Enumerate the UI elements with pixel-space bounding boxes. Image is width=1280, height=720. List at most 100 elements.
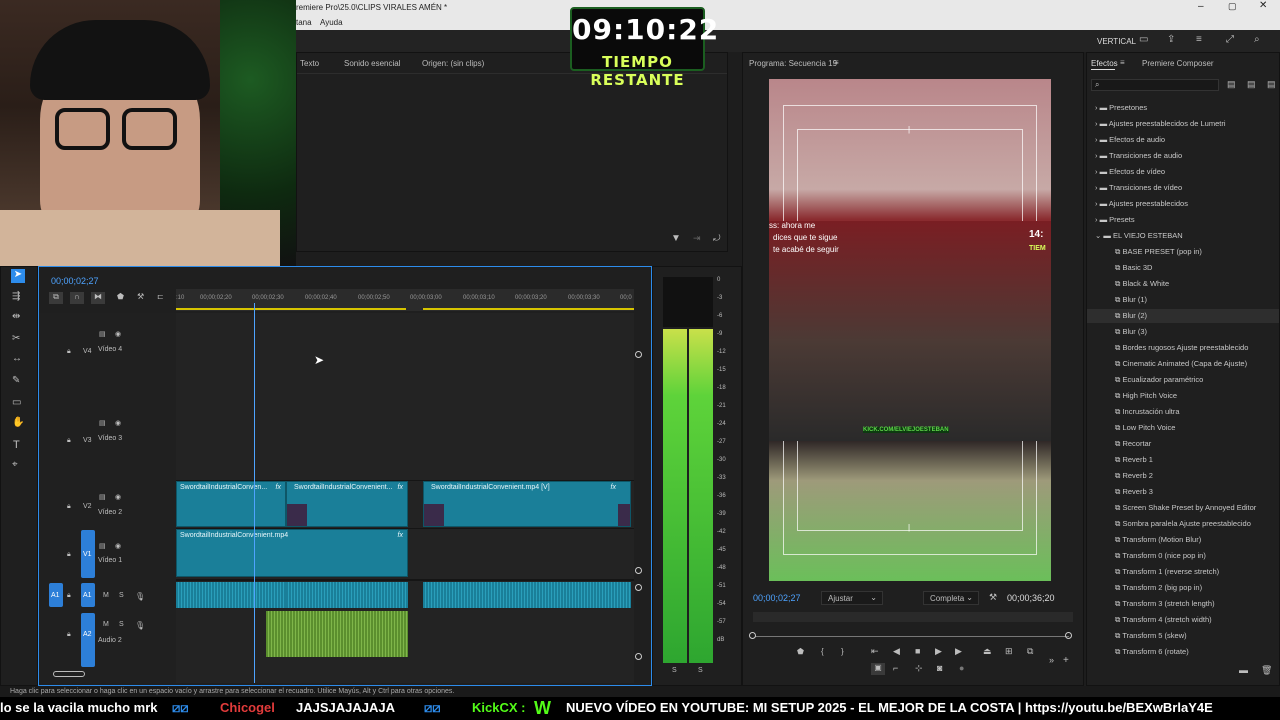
effect-item[interactable]: ⧉ Transform 0 (nice pop in): [1115, 551, 1206, 561]
audio-clip-a1[interactable]: [176, 582, 286, 608]
rectangle-icon[interactable]: ▭: [12, 397, 21, 408]
folder-item[interactable]: › ▬ Efectos de audio: [1095, 135, 1165, 144]
effect-item[interactable]: ⧉ Black & White: [1115, 279, 1169, 289]
work-area-bar[interactable]: [423, 308, 634, 310]
clip-v2-c[interactable]: SwordtailIndustrialConvenient.mp4 [V] fx: [423, 481, 631, 527]
eye-icon[interactable]: ◉: [115, 330, 121, 338]
safe-margins-icon[interactable]: ▣: [871, 663, 885, 675]
panel-menu-icon[interactable]: ≡: [1120, 58, 1125, 67]
play-icon[interactable]: ▶: [935, 646, 942, 657]
mark-out-icon[interactable]: }: [841, 647, 844, 656]
yuv-icon[interactable]: ▤: [1267, 79, 1276, 90]
folder-item[interactable]: › ▬ Presetones: [1095, 103, 1147, 112]
program-timecode[interactable]: 00;00;02;27: [753, 593, 801, 603]
track-id-v2[interactable]: V2: [83, 503, 92, 510]
effect-item[interactable]: ⧉ Transform 1 (reverse stretch): [1115, 567, 1219, 577]
type-tool-icon[interactable]: T: [13, 439, 20, 451]
maximize-icon[interactable]: ▢: [1228, 1, 1237, 12]
pen-icon[interactable]: ✎: [12, 375, 20, 386]
eye-icon[interactable]: ◉: [115, 419, 121, 427]
solo-left[interactable]: S: [672, 667, 677, 674]
timeline-timecode[interactable]: 00;00;02;27: [51, 276, 99, 286]
solo-icon[interactable]: S: [119, 592, 124, 599]
effect-item[interactable]: ⧉ Transform 3 (stretch length): [1115, 599, 1215, 609]
caption-icon[interactable]: ⌖: [12, 459, 18, 470]
selection-tool-icon[interactable]: ➤: [11, 269, 25, 283]
snap-icon[interactable]: ∩: [70, 292, 84, 304]
solo-right[interactable]: S: [698, 667, 703, 674]
workspace-label[interactable]: VERTICAL: [1097, 37, 1136, 46]
scroll-handle[interactable]: [635, 653, 642, 660]
tab-premiere-composer[interactable]: Premiere Composer: [1142, 59, 1214, 68]
effect-item-selected[interactable]: ⧉ Blur (2): [1115, 311, 1147, 321]
trash-icon[interactable]: 🗑︎: [1261, 665, 1272, 676]
minimize-icon[interactable]: –: [1198, 1, 1204, 12]
panel-menu-icon[interactable]: ≡: [834, 58, 839, 67]
lock-icon[interactable]: 🔒︎: [67, 631, 71, 639]
insert-icon[interactable]: ⇥: [693, 233, 701, 244]
fullscreen-icon[interactable]: ⤢: [1226, 34, 1234, 45]
wrench-icon[interactable]: ⚒: [137, 292, 144, 301]
scrub-bar[interactable]: [755, 636, 1069, 637]
wrench-icon[interactable]: ⚒: [989, 592, 997, 603]
menu-item-ventana[interactable]: tana: [296, 18, 312, 27]
solo-icon[interactable]: S: [119, 621, 124, 628]
program-video-frame[interactable]: ss: ahora me dices que te sigue te acabé…: [769, 79, 1051, 581]
eye-icon[interactable]: ◉: [115, 542, 121, 550]
mini-timeline[interactable]: [753, 612, 1073, 622]
film-icon[interactable]: ▤: [99, 419, 106, 427]
marker-icon[interactable]: ⬟: [117, 292, 124, 301]
extract-icon[interactable]: ⊞: [1005, 646, 1013, 657]
marker-icon[interactable]: ⬟: [797, 647, 804, 656]
overwrite-icon[interactable]: ⤾: [713, 233, 721, 244]
lock-icon[interactable]: 🔒︎: [67, 503, 71, 511]
effect-item[interactable]: ⧉ Ecualizador paramétrico: [1115, 375, 1203, 385]
ripple-edit-icon[interactable]: ⇹: [12, 311, 20, 322]
effect-item[interactable]: ⧉ Transform (Motion Blur): [1115, 535, 1201, 545]
folder-item[interactable]: › ▬ Transiciones de audio: [1095, 151, 1182, 160]
close-icon[interactable]: ✕: [1259, 0, 1267, 11]
effect-item[interactable]: ⧉ Low Pitch Voice: [1115, 423, 1175, 433]
effect-item[interactable]: ⧉ Transform 2 (big pop in): [1115, 583, 1202, 593]
export-frame-icon[interactable]: ⧉: [1027, 646, 1033, 657]
tab-sonido-esencial[interactable]: Sonido esencial: [344, 59, 400, 68]
lift-icon[interactable]: ⏏: [983, 646, 992, 657]
slip-icon[interactable]: ↔: [12, 353, 22, 364]
effect-item[interactable]: ⧉ Incrustación ultra: [1115, 407, 1180, 417]
effect-item[interactable]: ⧉ Cinematic Animated (Capa de Ajuste): [1115, 359, 1247, 369]
folder-item[interactable]: › ▬ Presets: [1095, 215, 1135, 224]
film-icon[interactable]: ▤: [99, 542, 106, 550]
share-icon[interactable]: ⇪: [1167, 34, 1175, 45]
captions-icon[interactable]: ⊏: [157, 292, 164, 301]
film-icon[interactable]: ▤: [99, 330, 106, 338]
playhead[interactable]: [254, 303, 255, 683]
razor-icon[interactable]: ✂: [12, 333, 20, 344]
track-name-a2[interactable]: Audio 2: [98, 637, 122, 644]
eye-icon[interactable]: ◉: [115, 493, 121, 501]
clip-v1[interactable]: SwordtailIndustrialConvenient.mp4 fx: [176, 529, 408, 577]
tab-texto[interactable]: Texto: [300, 59, 319, 68]
scroll-handle[interactable]: [635, 351, 642, 358]
effect-item[interactable]: ⧉ Basic 3D: [1115, 263, 1152, 273]
accelerated-icon[interactable]: ▤: [1227, 79, 1236, 90]
horizontal-zoom-bar[interactable]: [53, 671, 85, 677]
clip-v2-a[interactable]: SwordtailIndustrialConven... fx: [176, 481, 286, 527]
effect-item[interactable]: ⧉ Reverb 3: [1115, 487, 1153, 497]
panel-icon[interactable]: ▭: [1139, 34, 1148, 45]
scroll-handle[interactable]: [635, 584, 642, 591]
scrub-end-handle[interactable]: [1065, 632, 1072, 639]
track-name-v2[interactable]: Vídeo 2: [98, 509, 122, 516]
mark-in-icon[interactable]: {: [821, 647, 824, 656]
quality-dropdown[interactable]: Completa ⌄: [923, 591, 979, 605]
camera-icon[interactable]: ◙: [937, 663, 942, 673]
track-area[interactable]: SwordtailIndustrialConven... fx Swordtai…: [176, 303, 634, 683]
lock-icon[interactable]: 🔒︎: [67, 437, 71, 445]
filter-icon[interactable]: ▼: [671, 233, 681, 244]
track-id-v4[interactable]: V4: [83, 348, 92, 355]
clip-v2-b[interactable]: SwordtailIndustrialConvenient... fx: [286, 481, 408, 527]
audio-clip-a1[interactable]: [423, 582, 631, 608]
effect-item[interactable]: ⧉ Transform 6 (rotate): [1115, 647, 1189, 657]
source-id-a1[interactable]: A1: [51, 592, 60, 599]
scrub-start-handle[interactable]: [749, 632, 756, 639]
more-icon[interactable]: »: [1049, 655, 1054, 665]
